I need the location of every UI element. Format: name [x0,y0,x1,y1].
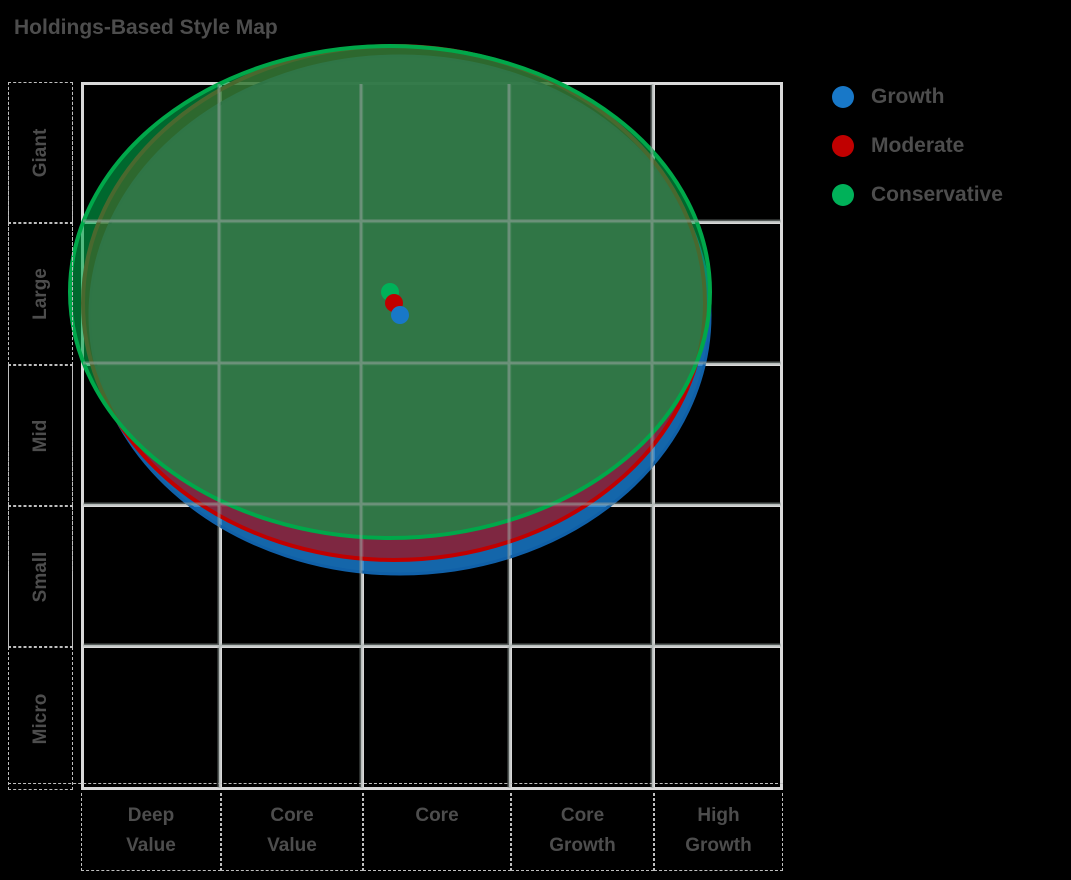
x-axis-label-core-value-line2: Value [267,835,317,856]
legend-item-conservative[interactable]: Conservative [832,170,1062,219]
x-axis-label-core-value-line1: Core [270,805,314,826]
y-axis-cell-mid: Mid [8,365,73,506]
grid-vline-4 [652,82,655,790]
x-axis-label-core-growth: Core Growth [512,801,653,861]
x-axis-cell-core-growth: Core Growth [511,793,654,871]
x-axis-label-deep-value-line1: Deep [127,805,175,826]
grid-vline-3 [509,82,512,790]
x-axis-cell-core-value: Core Value [221,793,363,871]
plot-area [81,82,783,790]
x-axis-cell-high-growth: High Growth [654,793,783,871]
y-axis-label-large: Large [29,268,51,320]
x-axis-cell-deep-value: Deep Value [81,793,221,871]
y-axis-cell-micro: Micro [8,647,73,790]
style-map-chart: Holdings-Based Style Map Giant Large Mid… [0,0,1071,880]
legend-item-growth[interactable]: Growth [832,72,1062,121]
x-axis-label-high-growth-line2: Growth [685,835,752,856]
x-axis-label-deep-value: Deep Value [82,801,220,861]
grid-hline-3 [81,504,783,507]
grid-hline-4 [81,645,783,648]
grid-vline-2 [361,82,364,790]
x-axis-label-core-growth-line2: Growth [549,835,616,856]
x-axis-top-guide [8,783,783,784]
legend-item-moderate[interactable]: Moderate [832,121,1062,170]
x-axis-cell-core: Core [363,793,511,871]
chart-stage: Giant Large Mid Small Micro Deep Value C… [0,0,1071,880]
y-axis-cell-small: Small [8,506,73,647]
y-axis-label-giant: Giant [29,128,51,177]
x-axis-label-core-growth-line1: Core [560,805,605,826]
legend-label-conservative: Conservative [871,182,1003,206]
legend-dot-icon-growth [832,85,854,108]
y-axis-label-small: Small [29,551,51,602]
legend-dot-icon-moderate [832,134,854,157]
y-axis-label-mid: Mid [29,419,51,452]
plot-border [81,82,783,790]
x-axis-label-high-growth: High Growth [655,801,782,861]
x-axis-label-high-growth-line1: High [697,805,740,826]
x-axis-label-core-value: Core Value [222,801,362,861]
x-axis-label-core: Core [364,801,510,831]
legend-dot-icon-conservative [832,183,854,206]
legend-label-growth: Growth [871,84,945,108]
grid-hline-2 [81,363,783,366]
legend: Growth Moderate Conservative [832,72,1062,219]
x-axis-label-core-line1: Core [415,805,459,826]
grid-vline-1 [219,82,222,790]
x-axis-label-deep-value-line2: Value [126,835,176,856]
y-axis-cell-giant: Giant [8,82,73,223]
grid-hline-1 [81,221,783,224]
legend-label-moderate: Moderate [871,133,965,157]
y-axis-label-micro: Micro [29,693,51,744]
y-axis-cell-large: Large [8,223,73,365]
